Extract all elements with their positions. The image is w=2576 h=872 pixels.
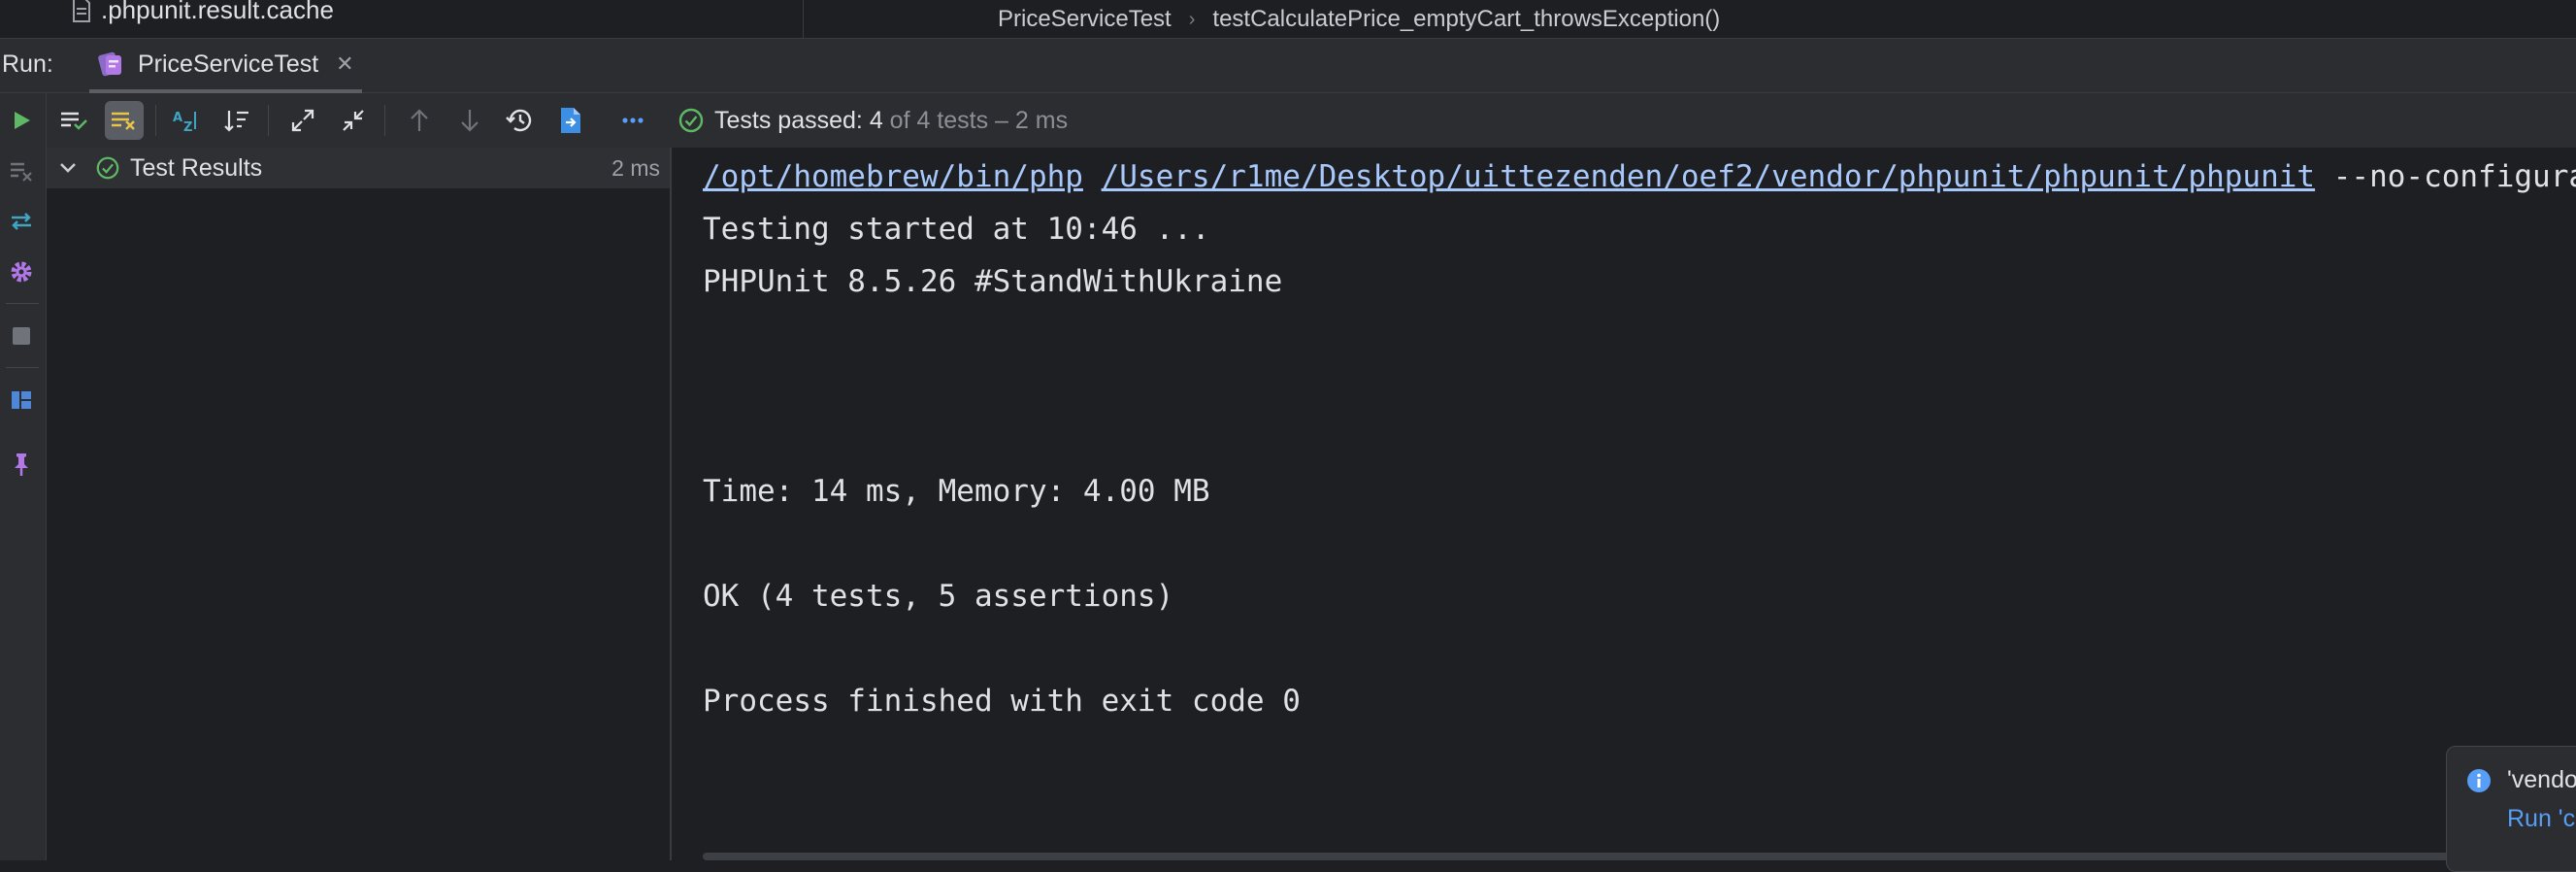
play-icon[interactable] [4, 103, 39, 138]
test-results-root-row[interactable]: Test Results 2 ms [47, 148, 670, 188]
notification-action-link[interactable]: Run 'c [2507, 805, 2575, 833]
console-line-time: Time: 14 ms, Memory: 4.00 MB [703, 474, 1210, 509]
sort-alphabetically-button[interactable]: A Z [167, 101, 206, 140]
info-icon [2467, 769, 2491, 792]
check-circle-icon [96, 156, 119, 180]
rerun-toggle-icon[interactable] [4, 204, 39, 239]
test-status-summary: Tests passed: 4 of 4 tests – 2 ms [677, 103, 1068, 138]
close-icon[interactable]: ✕ [336, 51, 353, 77]
svg-text:Z: Z [183, 120, 192, 133]
breadcrumb-class[interactable]: PriceServiceTest [998, 6, 1172, 33]
horizontal-scrollbar[interactable] [703, 853, 2576, 860]
notification-balloon[interactable]: 'vendor Run 'c [2446, 746, 2576, 872]
project-file-entry[interactable]: .phpunit.result.cache [72, 0, 334, 25]
run-tab-price-service-test[interactable]: PriceServiceTest ✕ [89, 39, 362, 93]
sort-alphabetically-icon: A Z [173, 111, 196, 133]
console-line-started: Testing started at 10:46 ... [703, 212, 1210, 247]
php-test-icon [98, 51, 121, 77]
clear-ignored-icon[interactable] [4, 153, 39, 188]
toolbar-separator [268, 105, 269, 136]
console-output[interactable]: /opt/homebrew/bin/php /Users/r1me/Deskto… [674, 148, 2576, 860]
console-line-finished: Process finished with exit code 0 [703, 684, 1301, 719]
run-tab-title: PriceServiceTest [138, 50, 319, 78]
stop-icon[interactable] [4, 319, 39, 353]
console-line-ok: OK (4 tests, 5 assertions) [703, 579, 1174, 614]
tests-total-and-duration: of 4 tests – 2 ms [889, 106, 1069, 134]
console-line-version: PHPUnit 8.5.26 #StandWithUkraine [703, 264, 1283, 299]
php-binary-link[interactable]: /opt/homebrew/bin/php [703, 159, 1083, 194]
show-passed-button[interactable] [54, 101, 93, 140]
svg-text:A: A [173, 111, 182, 125]
check-circle-icon [678, 108, 704, 133]
test-results-root-duration: 2 ms [611, 154, 660, 181]
toolbar-separator [155, 105, 156, 136]
breadcrumb-method[interactable]: testCalculatePrice_emptyCart_throwsExcep… [1212, 6, 1720, 33]
run-tool-window-header: Run: PriceServiceTest ✕ [0, 39, 2576, 93]
next-failed-button[interactable] [450, 101, 489, 140]
notification-title: 'vendor [2507, 766, 2576, 793]
command-line: /opt/homebrew/bin/php /Users/r1me/Deskto… [703, 159, 2576, 194]
test-results-tree: Test Results 2 ms [47, 148, 672, 860]
pin-icon[interactable] [4, 447, 39, 482]
test-results-root-label: Test Results [130, 153, 263, 182]
show-passed-icon [61, 112, 87, 130]
expand-all-button[interactable] [283, 101, 322, 140]
show-ignored-icon [112, 112, 135, 130]
more-options-button[interactable] [613, 101, 652, 140]
gear-icon[interactable] [4, 254, 39, 289]
collapse-all-icon [343, 110, 364, 131]
project-file-name: .phpunit.result.cache [101, 0, 334, 24]
chevron-down-icon[interactable] [56, 156, 80, 180]
more-icon [622, 117, 644, 123]
tests-passed-label: Tests passed: [714, 106, 863, 134]
sort-by-duration-icon [224, 111, 248, 132]
collapse-all-button[interactable] [334, 101, 373, 140]
file-icon [73, 0, 90, 22]
breadcrumb-separator-icon: › [1188, 8, 1196, 30]
toolbar-divider [6, 367, 39, 368]
run-side-toolbar [0, 93, 47, 860]
export-results-button[interactable] [551, 101, 590, 140]
expand-all-icon [291, 109, 314, 132]
test-runner-toolbar: A Z Tests passed: 4 of 4 tests – 2 ms [47, 93, 2576, 148]
layout-icon[interactable] [4, 383, 39, 418]
run-label: Run: [2, 50, 53, 78]
toolbar-separator [384, 105, 385, 136]
history-icon [506, 109, 532, 132]
sort-by-duration-button[interactable] [217, 101, 256, 140]
editor-top-strip: .phpunit.result.cache PriceServiceTest ›… [0, 0, 2576, 39]
export-icon [561, 108, 580, 133]
show-ignored-button[interactable] [105, 101, 144, 140]
toolbar-divider [6, 303, 39, 304]
test-history-button[interactable] [501, 101, 540, 140]
command-args: --no-configuration [2332, 159, 2576, 194]
tests-passed-count: 4 [869, 106, 883, 134]
project-pane-remnant: .phpunit.result.cache [0, 0, 804, 39]
previous-failed-button[interactable] [400, 101, 439, 140]
breadcrumb: PriceServiceTest › testCalculatePrice_em… [998, 4, 1720, 35]
phpunit-path-link[interactable]: /Users/r1me/Desktop/uittezenden/oef2/ven… [1102, 159, 2315, 194]
arrow-down-icon [461, 110, 479, 132]
arrow-up-icon [411, 109, 428, 131]
